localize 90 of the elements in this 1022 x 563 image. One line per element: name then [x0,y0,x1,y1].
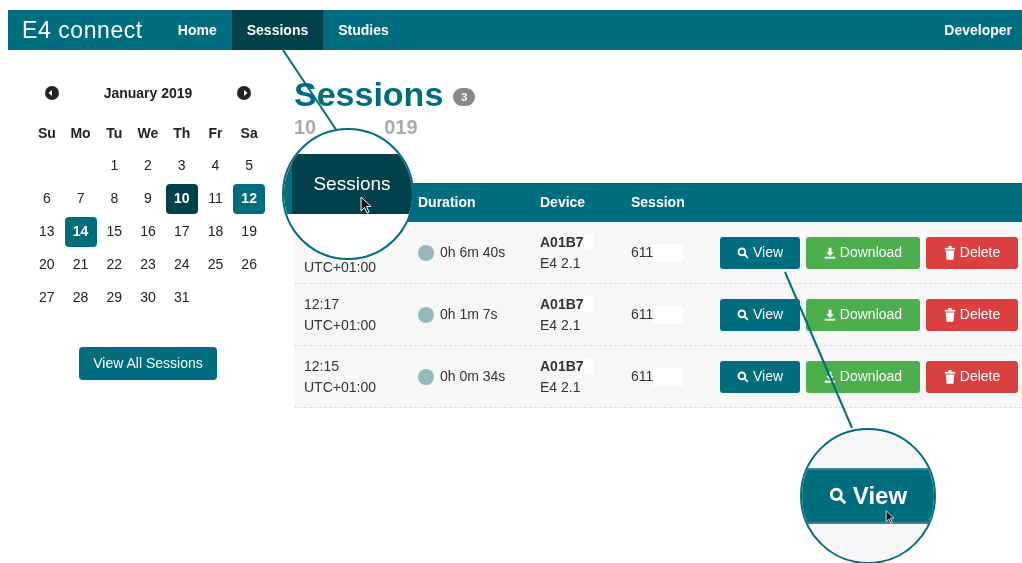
calendar-day[interactable]: 28 [64,282,97,313]
calendar-day[interactable]: 20 [30,249,63,280]
search-icon [736,246,749,259]
calendar-day[interactable]: 23 [132,249,164,280]
weekday-label: Sa [239,124,259,143]
timezone-cell-text: UTC+01:00 [304,377,377,397]
calendar-day[interactable]: 8 [98,183,131,214]
search-icon [828,487,847,505]
timezone-cell-text: UTC+01:00 [304,257,377,277]
nav-link[interactable]: Home [162,10,232,50]
calendar-day[interactable]: 26 [233,249,266,280]
calendar-day[interactable]: 15 [98,216,131,247]
delete-button[interactable]: Delete [926,298,1018,331]
calendar-day[interactable]: 27 [30,282,63,313]
download-icon [823,308,836,321]
calendar-day[interactable]: 12 [233,183,266,214]
time-cell-text: 12:15 [304,356,341,376]
weekday-label: Th [172,124,192,143]
search-icon [736,308,749,321]
nav-link[interactable]: Sessions [231,10,324,50]
calendar-day[interactable]: 16 [132,216,164,247]
download-icon [823,370,836,383]
calendar-day[interactable]: 25 [199,249,232,280]
session-id: 611 [631,305,654,324]
calendar-day[interactable]: 11 [199,183,232,214]
session-id: 611 [631,243,654,262]
session-count-badge: 3 [453,87,476,107]
view-button[interactable]: View [720,298,800,331]
trash-icon [943,369,956,384]
calendar-day[interactable]: 3 [165,150,198,181]
calendar-day[interactable]: 6 [30,183,63,214]
calendar-day[interactable]: 1 [98,150,131,181]
cursor-icon [884,510,896,524]
delete-button[interactable]: Delete [926,360,1018,393]
download-icon [823,246,836,259]
delete-button[interactable]: Delete [926,236,1018,269]
weekday-label: Tu [105,124,124,143]
device-version: E4 2.1 [540,253,582,273]
calendar-day[interactable]: 29 [98,282,131,313]
device-version: E4 2.1 [540,377,582,397]
session-id: 611 [631,367,654,386]
calendar-day[interactable]: 18 [199,216,232,247]
view-button[interactable]: View [720,236,800,269]
calendar-day[interactable]: 14 [64,216,97,247]
date-subtitle: 019 [384,115,418,138]
view-button[interactable]: View [720,360,800,393]
magnified-tab-label: Sessions [313,171,391,196]
trash-icon [943,307,956,322]
time-cell-text: 12:17 [304,294,341,314]
calendar-day[interactable]: 30 [132,282,164,313]
cursor-icon [360,196,372,214]
column-header: Session [631,193,686,212]
calendar-day[interactable]: 21 [64,249,97,280]
magnified-button-label: View [852,481,908,511]
trash-icon [943,245,956,260]
calendar-day[interactable]: 7 [64,183,97,214]
previous-month-icon[interactable] [45,86,59,100]
device-id: A01B7 [540,356,584,376]
calendar-day[interactable]: 24 [165,249,198,280]
weekday-label: Fr [207,124,224,143]
column-header: Duration [418,193,477,212]
calendar-day[interactable]: 19 [233,216,266,247]
weekday-label: Mo [69,124,92,143]
calendar-day[interactable]: 5 [233,150,266,181]
nav-link[interactable]: Studies [323,10,404,50]
user-menu[interactable]: Developer [944,19,1022,41]
calendar-day[interactable]: 22 [98,249,131,280]
calendar-month: January 2019 [103,83,193,103]
calendar-day[interactable]: 17 [165,216,198,247]
calendar-day[interactable]: 2 [132,150,164,181]
calendar-day[interactable]: 13 [30,216,63,247]
next-month-icon[interactable] [237,86,251,100]
weekday-label: Su [36,124,57,143]
column-header: Device [540,193,587,212]
view-all-sessions-button[interactable]: View All Sessions [79,347,217,380]
duration-cell-text: 0h 6m 40s [440,243,506,262]
device-id: A01B7 [540,294,584,314]
device-id: A01B7 [540,232,584,252]
weekday-label: We [136,124,160,143]
duration-cell-text: 0h 1m 7s [440,305,498,324]
device-version: E4 2.1 [540,315,582,335]
search-icon [736,370,749,383]
calendar-day[interactable]: 31 [165,282,198,313]
calendar-day[interactable]: 10 [165,183,198,214]
duration-cell-text: 0h 0m 34s [440,367,506,386]
calendar-day[interactable]: 9 [132,183,164,214]
brand-logo[interactable]: E4 connect [8,12,163,48]
timezone-cell-text: UTC+01:00 [304,315,377,335]
date-subtitle: 10 [294,115,317,138]
calendar-day[interactable]: 4 [199,150,232,181]
